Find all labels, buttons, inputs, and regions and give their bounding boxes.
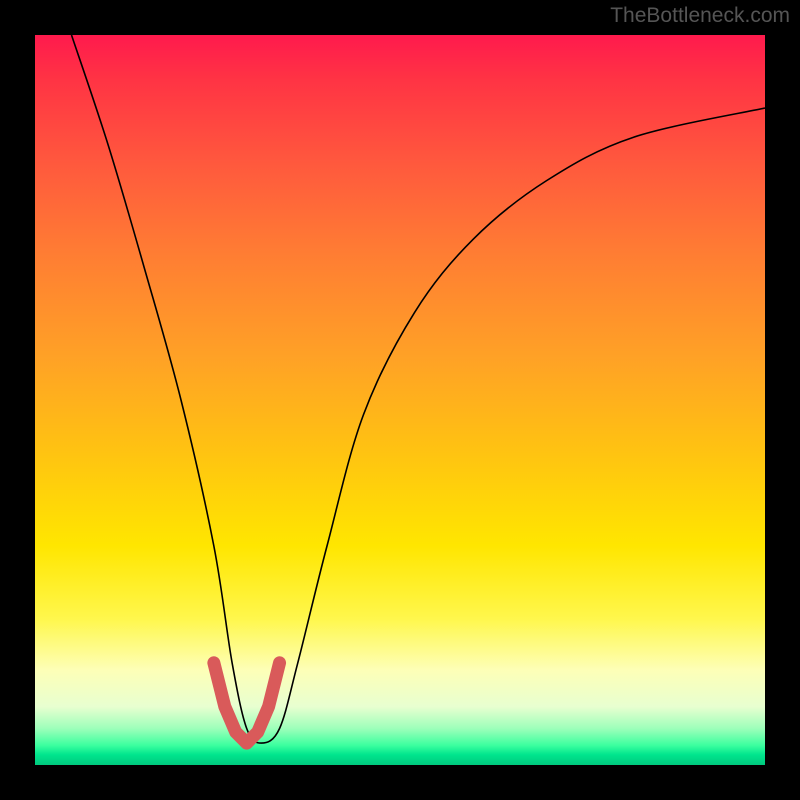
plot-area xyxy=(35,35,765,765)
bottleneck-curve-path xyxy=(72,35,766,743)
bottleneck-curve-svg xyxy=(35,35,765,765)
valley-marker-path xyxy=(214,663,280,743)
watermark-text: TheBottleneck.com xyxy=(610,4,790,28)
